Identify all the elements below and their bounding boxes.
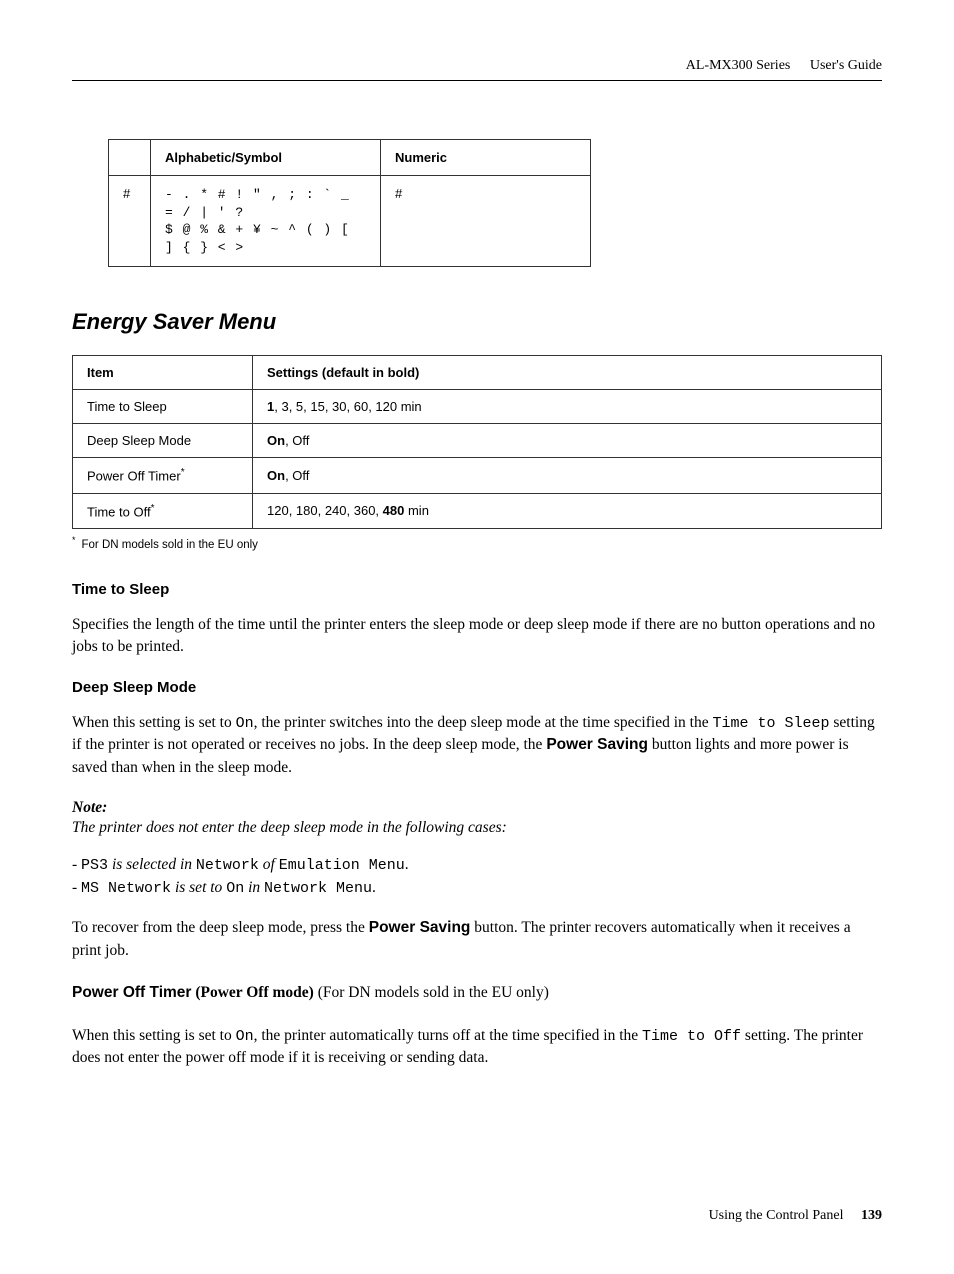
- panel-code: Emulation Menu: [279, 857, 405, 874]
- panel-code: On: [236, 1028, 254, 1045]
- panel-code: On: [236, 715, 254, 732]
- panel-code: PS3: [81, 857, 108, 874]
- cell-settings: 1, 3, 5, 15, 30, 60, 120 min: [253, 390, 882, 424]
- cell-item: Time to Sleep: [73, 390, 253, 424]
- panel-code: Network Menu: [264, 880, 372, 897]
- th-alphabetic: Alphabetic/Symbol: [151, 140, 381, 176]
- page-footer: Using the Control Panel 139: [709, 1208, 882, 1224]
- energy-saver-table: Item Settings (default in bold) Time to …: [72, 355, 882, 529]
- panel-code: Time to Sleep: [712, 715, 829, 732]
- table-row: Power Off Timer* On, Off: [73, 458, 882, 493]
- panel-code: Time to Off: [642, 1028, 741, 1045]
- button-name: Power Saving: [369, 919, 471, 936]
- cell-settings: On, Off: [253, 424, 882, 458]
- th-blank: [109, 140, 151, 176]
- cell-key: #: [109, 176, 151, 267]
- footer-text: Using the Control Panel: [709, 1208, 844, 1223]
- cell-item: Power Off Timer*: [73, 458, 253, 493]
- sub-heading: Deep Sleep Mode: [72, 679, 882, 696]
- note-list: - PS3 is selected in Network of Emulatio…: [72, 854, 882, 900]
- paragraph: When this setting is set to On, the prin…: [72, 712, 882, 780]
- cell-settings: 120, 180, 240, 360, 480 min: [253, 493, 882, 528]
- section-heading: Energy Saver Menu: [72, 309, 882, 335]
- table-row: # - . * # ! " , ; : ` _ = / | ' ? $ @ % …: [109, 176, 591, 267]
- button-name: Power Saving: [546, 736, 648, 753]
- paragraph: To recover from the deep sleep mode, pre…: [72, 917, 882, 962]
- th-settings: Settings (default in bold): [253, 356, 882, 390]
- paragraph: Specifies the length of the time until t…: [72, 614, 882, 659]
- sub-heading: Time to Sleep: [72, 581, 882, 598]
- document-name: User's Guide: [810, 58, 882, 73]
- th-numeric: Numeric: [381, 140, 591, 176]
- symbols-table: Alphabetic/Symbol Numeric # - . * # ! " …: [108, 139, 591, 267]
- footnote-marker: *: [181, 467, 185, 478]
- paragraph: When this setting is set to On, the prin…: [72, 1025, 882, 1070]
- table-row: Time to Off* 120, 180, 240, 360, 480 min: [73, 493, 882, 528]
- cell-numeric: #: [381, 176, 591, 267]
- cell-item: Time to Off*: [73, 493, 253, 528]
- footnote-marker: *: [151, 503, 155, 514]
- note-lead: The printer does not enter the deep slee…: [72, 817, 882, 839]
- table-row: Time to Sleep 1, 3, 5, 15, 30, 60, 120 m…: [73, 390, 882, 424]
- panel-code: Network: [196, 857, 259, 874]
- list-item: - MS Network is set to On in Network Men…: [72, 877, 882, 900]
- note-label: Note:: [72, 799, 882, 817]
- table-row: Deep Sleep Mode On, Off: [73, 424, 882, 458]
- page-header: AL-MX300 Series User's Guide: [72, 58, 882, 81]
- footnote-text: For DN models sold in the EU only: [82, 539, 258, 551]
- table-footnote: * For DN models sold in the EU only: [72, 535, 882, 551]
- sub-heading-inline: Power Off Timer (Power Off mode) (For DN…: [72, 982, 882, 1004]
- panel-code: MS Network: [81, 880, 171, 897]
- list-item: - PS3 is selected in Network of Emulatio…: [72, 854, 882, 877]
- cell-item: Deep Sleep Mode: [73, 424, 253, 458]
- cell-settings: On, Off: [253, 458, 882, 493]
- page-number: 139: [861, 1208, 882, 1223]
- footnote-star: *: [72, 535, 76, 545]
- panel-code: On: [226, 880, 244, 897]
- th-item: Item: [73, 356, 253, 390]
- product-name: AL-MX300 Series: [686, 58, 791, 73]
- cell-symbols: - . * # ! " , ; : ` _ = / | ' ? $ @ % & …: [151, 176, 381, 267]
